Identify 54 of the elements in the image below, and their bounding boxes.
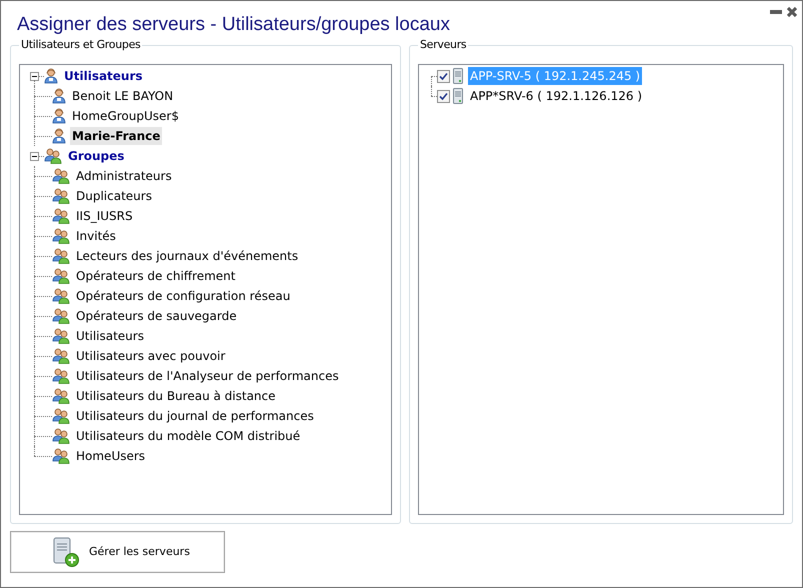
tree-item[interactable]: Utilisateurs du journal de performances xyxy=(74,407,316,425)
tree-item[interactable]: Utilisateurs du modèle COM distribué xyxy=(74,427,302,445)
tree-item[interactable]: Opérateurs de chiffrement xyxy=(74,267,238,285)
tree-item[interactable]: Groupes xyxy=(66,147,126,165)
manage-servers-button[interactable]: Gérer les serveurs xyxy=(10,531,225,573)
users-icon xyxy=(52,348,70,364)
check-icon xyxy=(438,92,448,100)
users-icon xyxy=(52,288,70,304)
tree-item[interactable]: Opérateurs de configuration réseau xyxy=(74,287,292,305)
tree-item[interactable]: Marie-France xyxy=(70,127,162,145)
tree-item[interactable]: Opérateurs de sauvegarde xyxy=(74,307,239,325)
tree-item[interactable]: Utilisateurs xyxy=(74,327,146,345)
user-icon xyxy=(44,68,58,84)
tree-item[interactable]: Lecteurs des journaux d'événements xyxy=(74,247,300,265)
users-icon xyxy=(52,228,70,244)
user-icon xyxy=(52,128,66,144)
users-icon xyxy=(52,408,70,424)
checkbox[interactable] xyxy=(436,90,450,102)
tree-item[interactable]: Utilisateurs xyxy=(62,67,145,85)
user-icon xyxy=(52,88,66,104)
users-icon xyxy=(44,148,62,164)
users-icon xyxy=(52,328,70,344)
close-icon[interactable] xyxy=(786,6,798,18)
tree-item[interactable]: Utilisateurs du Bureau à distance xyxy=(74,387,278,405)
tree-item[interactable]: Benoit LE BAYON xyxy=(70,87,176,105)
tree-item[interactable]: HomeGroupUser$ xyxy=(70,107,181,125)
server-icon xyxy=(452,68,463,84)
tree-item[interactable]: Utilisateurs de l'Analyseur de performances xyxy=(74,367,341,385)
tree-item[interactable]: Duplicateurs xyxy=(74,187,154,205)
users-icon xyxy=(52,168,70,184)
group-label: Utilisateurs et Groupes xyxy=(19,38,142,52)
tree-item[interactable]: Invités xyxy=(74,227,118,245)
server-icon xyxy=(452,88,463,104)
window-title: Assigner des serveurs - Utilisateurs/groupes locaux xyxy=(17,13,450,37)
users-icon xyxy=(52,428,70,444)
users-icon xyxy=(52,188,70,204)
tree-item[interactable]: IIS_IUSRS xyxy=(74,207,135,225)
expander[interactable] xyxy=(30,152,39,160)
check-icon xyxy=(438,72,448,80)
users-icon xyxy=(52,448,70,464)
server-item[interactable]: APP*SRV-6 ( 192.1.126.126 ) xyxy=(468,87,644,105)
users-icon xyxy=(52,368,70,384)
user-icon xyxy=(52,108,66,124)
users-icon xyxy=(52,248,70,264)
users-icon xyxy=(52,308,70,324)
users-icon xyxy=(52,388,70,404)
users-icon xyxy=(52,208,70,224)
tree-item[interactable]: Administrateurs xyxy=(74,167,174,185)
tree-item[interactable]: Utilisateurs avec pouvoir xyxy=(74,347,228,365)
users-icon xyxy=(52,268,70,284)
expander[interactable] xyxy=(30,72,39,80)
server-add-icon xyxy=(53,537,79,567)
checkbox[interactable] xyxy=(436,70,450,82)
tree-item[interactable]: HomeUsers xyxy=(74,447,148,465)
